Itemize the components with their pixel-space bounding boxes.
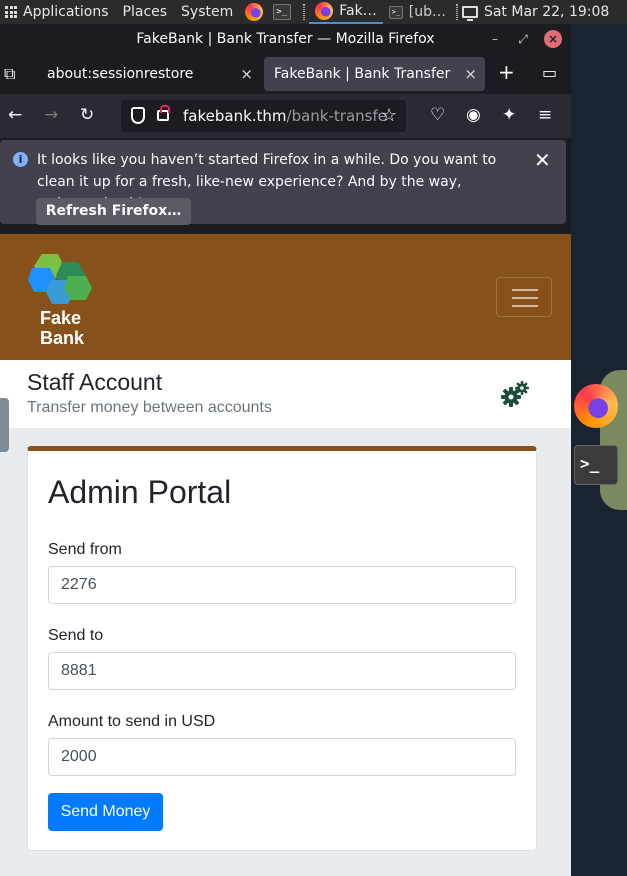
sidebar-drag-handle[interactable] [0, 398, 9, 452]
hamburger-menu-button[interactable] [496, 277, 552, 317]
tab-bar: ⧉ about:sessionrestore × FakeBank | Bank… [0, 54, 571, 94]
logo-line-2: Bank [40, 328, 85, 348]
url-host: fakebank.thm [183, 107, 287, 125]
tab-bank-transfer[interactable]: FakeBank | Bank Transfer × [264, 57, 485, 91]
account-icon[interactable]: ◉ [466, 106, 481, 124]
logo-line-1: Fake [40, 308, 82, 328]
monitor-icon[interactable] [461, 6, 478, 21]
send-money-button[interactable]: Send Money [48, 793, 163, 831]
firefox-icon [315, 2, 334, 20]
firefox-launcher-icon[interactable] [245, 3, 264, 21]
tab-close-icon[interactable]: × [464, 57, 477, 91]
places-menu[interactable]: Places [123, 4, 168, 20]
taskbar-terminal[interactable]: >_ [ub… [383, 0, 452, 24]
clock[interactable]: Sat Mar 22, 19:08 [484, 4, 609, 20]
forward-icon[interactable]: → [44, 106, 58, 124]
send-from-label: Send from [48, 541, 122, 558]
taskbar-firefox-label: Fak… [339, 3, 377, 19]
firefox-view-icon[interactable]: ⧉ [4, 65, 15, 83]
staff-account-title: Staff Account [27, 369, 163, 395]
admin-portal-title: Admin Portal [48, 474, 232, 510]
web-page: Fake Bank Staff Account Transfer money b… [0, 234, 571, 876]
window-title: FakeBank | Bank Transfer — Mozilla Firef… [136, 31, 435, 47]
amount-input[interactable]: 2000 [48, 738, 516, 776]
url-text[interactable]: fakebank.thm/bank-transfe [183, 107, 387, 125]
desktop-panel: Applications Places System >_ Fak… >_ [u… [0, 0, 627, 24]
reload-icon[interactable]: ↻ [80, 106, 94, 124]
settings-gears-icon[interactable] [500, 380, 530, 408]
firefox-window: FakeBank | Bank Transfer — Mozilla Firef… [0, 24, 571, 876]
app-menu-icon[interactable]: ≡ [538, 106, 552, 124]
amount-label: Amount to send in USD [48, 713, 216, 730]
site-header: Fake Bank [0, 234, 571, 360]
minimize-icon[interactable]: – [486, 30, 504, 48]
refresh-firefox-notification: i It looks like you haven’t started Fire… [0, 140, 566, 225]
info-icon: i [13, 152, 28, 167]
pocket-icon[interactable]: ♡ [430, 106, 445, 124]
url-path: /bank-transfe [286, 107, 387, 125]
tab-close-icon[interactable]: × [240, 57, 253, 91]
terminal-icon: >_ [388, 5, 403, 19]
dock-terminal-icon[interactable]: >_ [574, 445, 618, 485]
tab-label: FakeBank | Bank Transfer [274, 66, 451, 82]
refresh-firefox-button[interactable]: Refresh Firefox… [36, 198, 191, 225]
applications-label: Applications [23, 4, 109, 20]
tab-label: about:sessionrestore [47, 66, 194, 82]
fakebank-logo-icon [28, 254, 92, 304]
panel-separator [303, 4, 306, 20]
dock-firefox-icon[interactable] [574, 384, 618, 428]
staff-account-subtitle: Transfer money between accounts [27, 399, 272, 416]
maximize-icon[interactable]: ⤢ [514, 30, 532, 48]
extensions-icon[interactable]: ✦ [502, 106, 516, 124]
admin-portal-card: Admin Portal Send from 2276 Send to 8881… [27, 446, 537, 851]
system-menu[interactable]: System [181, 4, 233, 20]
send-to-label: Send to [48, 627, 104, 644]
bookmark-star-icon[interactable]: ☆ [381, 105, 397, 126]
staff-account-bar: Staff Account Transfer money between acc… [0, 360, 571, 428]
tab-list-icon[interactable]: ▭ [542, 64, 557, 82]
terminal-launcher-icon[interactable]: >_ [273, 4, 292, 20]
back-icon[interactable]: ← [8, 106, 22, 124]
apps-grid-icon [5, 6, 17, 18]
url-bar[interactable]: fakebank.thm/bank-transfe ☆ [121, 100, 406, 132]
navigation-toolbar: ← → ↻ fakebank.thm/bank-transfe ☆ ♡ ◉ ✦ … [0, 94, 571, 138]
insecure-lock-icon[interactable] [157, 105, 170, 121]
applications-menu[interactable]: Applications [0, 0, 123, 24]
send-from-input[interactable]: 2276 [48, 566, 516, 604]
tab-session-restore[interactable]: about:sessionrestore × [37, 57, 261, 91]
close-window-icon[interactable]: × [544, 30, 562, 48]
taskbar-firefox[interactable]: Fak… [309, 0, 383, 24]
new-tab-icon[interactable]: + [498, 62, 515, 82]
taskbar-terminal-label: [ub… [408, 4, 446, 20]
notification-close-icon[interactable]: ✕ [534, 148, 551, 172]
tracking-shield-icon[interactable] [131, 107, 145, 124]
logo-text: Fake Bank [40, 308, 90, 348]
send-to-input[interactable]: 8881 [48, 652, 516, 690]
panel-separator [455, 4, 458, 20]
